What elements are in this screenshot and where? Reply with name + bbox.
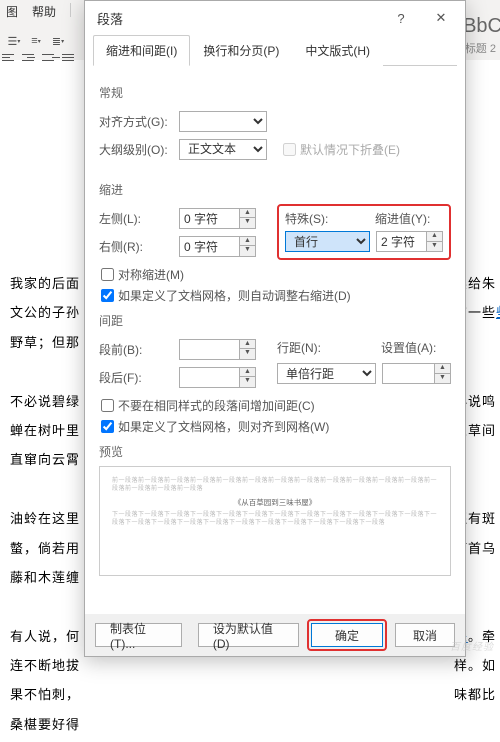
line-spacing-select[interactable]: 单倍行距 [277,363,376,384]
close-button[interactable]: ✕ [421,3,461,33]
ribbon-align-icons[interactable] [2,50,80,64]
left-indent-label: 左侧(L): [99,210,173,227]
line-spacing-label: 行距(N): [277,339,375,356]
tab-indent-spacing[interactable]: 缩进和间距(I) [93,35,190,66]
special-select[interactable]: 首行 [285,231,370,252]
section-indent: 缩进 [99,181,451,198]
collapse-checkbox [283,143,296,156]
watermark: 百度经验 [450,638,494,653]
section-general: 常规 [99,84,451,101]
before-label: 段前(B): [99,341,173,358]
before-input[interactable]: ▲▼ [179,339,256,360]
help-button[interactable]: ? [381,3,421,33]
dialog-title: 段落 [97,9,381,28]
alignment-select[interactable] [179,111,267,132]
section-spacing: 间距 [99,312,451,329]
section-preview: 预览 [99,443,451,460]
app-menu: 图 帮助 [6,3,71,20]
left-indent-input[interactable]: ▲▼ [179,208,256,229]
no-space-checkbox[interactable] [101,399,114,412]
cancel-button[interactable]: 取消 [395,623,455,647]
dialog-tabs: 缩进和间距(I) 换行和分页(P) 中文版式(H) [85,35,465,66]
ok-highlight: 确定 [307,619,387,651]
outline-label: 大纲级别(O): [99,141,173,158]
grid-adjust-checkbox[interactable] [101,289,114,302]
outline-select[interactable]: 正文文本 [179,139,267,160]
right-indent-input[interactable]: ▲▼ [179,236,256,257]
set-value-input[interactable]: ▲▼ [382,363,451,384]
set-value-label: 设置值(A): [381,339,451,356]
tab-line-page[interactable]: 换行和分页(P) [190,35,292,66]
preview-box: 前一段落前一段落前一段落前一段落前一段落前一段落前一段落前一段落前一段落前一段落… [99,466,451,576]
after-input[interactable]: ▲▼ [179,367,256,388]
ribbon-list-icons[interactable]: ☰▾ ≡▾ ≣▾ [0,30,72,52]
grid-align-checkbox[interactable] [101,420,114,433]
paragraph-dialog: 段落 ? ✕ 缩进和间距(I) 换行和分页(P) 中文版式(H) 常规 对齐方式… [84,0,466,657]
mirror-indent-checkbox[interactable] [101,268,114,281]
special-label: 特殊(S): [285,210,369,227]
tab-asian[interactable]: 中文版式(H) [292,35,383,66]
document-body-left: 我家的后面 文公的子孙 野草；但那 不必说碧绿 蝉在树叶里 直窜向云霄 油蛉在这… [10,272,80,742]
after-label: 段后(F): [99,369,173,386]
alignment-label: 对齐方式(G): [99,113,173,130]
special-indent-highlight: 特殊(S): 缩进值(Y): 首行 ▲▼ [277,204,451,260]
indent-value-label: 缩进值(Y): [375,210,443,227]
set-default-button[interactable]: 设为默认值(D) [198,623,299,647]
ok-button[interactable]: 确定 [311,623,383,647]
right-indent-label: 右侧(R): [99,238,173,255]
indent-value-input[interactable]: ▲▼ [376,231,443,252]
tabs-button[interactable]: 制表位(T)... [95,623,182,647]
